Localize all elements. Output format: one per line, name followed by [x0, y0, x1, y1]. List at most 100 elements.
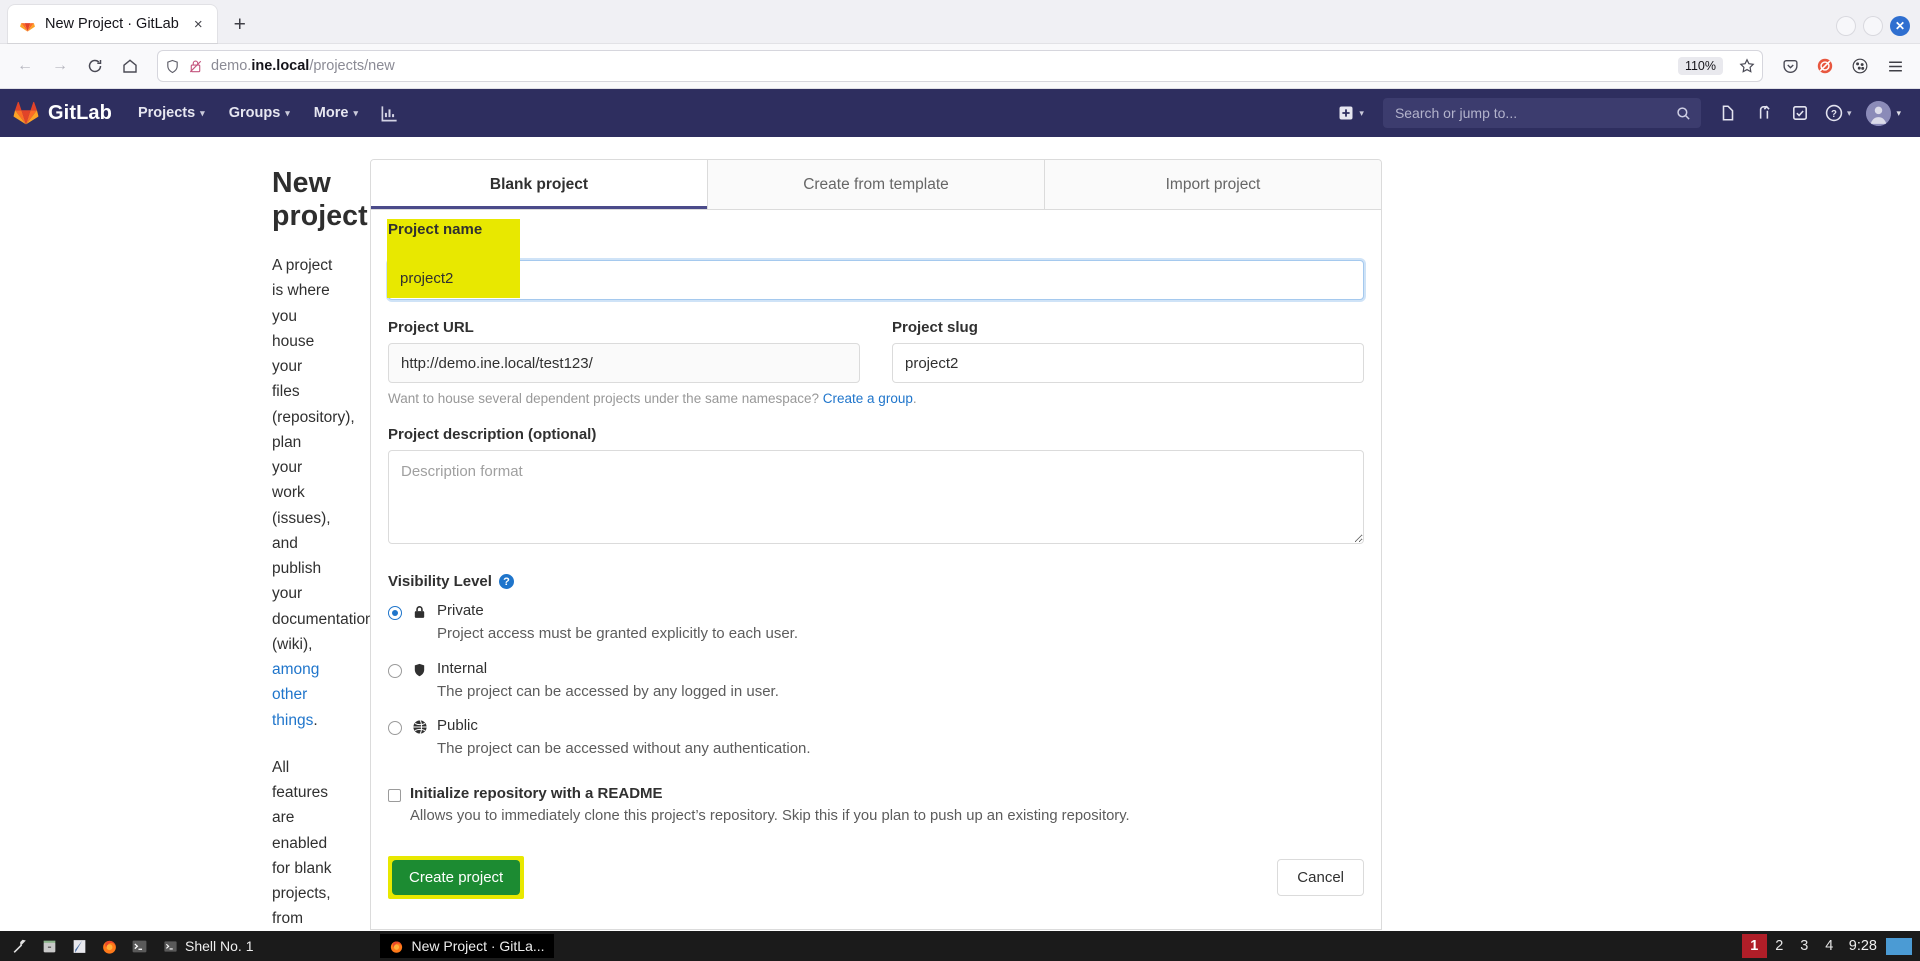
nav-more[interactable]: More ▾ [302, 96, 370, 130]
namespace-hint-text: Want to house several dependent projects… [388, 391, 823, 406]
home-icon[interactable] [114, 50, 146, 82]
namespace-hint: Want to house several dependent projects… [388, 391, 1364, 406]
permissions-blocked-icon[interactable] [188, 59, 203, 74]
bookmark-star-icon[interactable] [1739, 58, 1755, 74]
issues-icon[interactable] [1710, 96, 1746, 130]
taskbar-window-shell-label: Shell No. 1 [185, 938, 254, 954]
pocket-icon[interactable] [1774, 50, 1806, 82]
chevron-down-icon: ▾ [200, 107, 205, 118]
intro-column: New project A project is where you house… [0, 159, 374, 931]
address-bar[interactable]: demo.ine.local/projects/new 110% [157, 50, 1763, 82]
project-name-input[interactable] [388, 260, 1364, 300]
url-slug-row: Project URL Project slug [388, 319, 1364, 383]
gitlab-logo-icon [13, 101, 39, 125]
desktop-1-button[interactable]: 1 [1741, 934, 1767, 958]
browser-tab[interactable]: New Project · GitLab × [8, 5, 217, 43]
globe-icon [411, 719, 428, 735]
readme-checkbox[interactable] [388, 788, 401, 802]
merge-requests-icon[interactable] [1746, 96, 1782, 130]
create-a-group-link[interactable]: Create a group [823, 391, 913, 406]
project-url-group: Project URL [388, 319, 860, 383]
user-menu[interactable]: ▾ [1858, 100, 1907, 126]
radio-public[interactable] [388, 721, 402, 735]
chevron-down-icon: ▾ [1896, 107, 1901, 118]
cancel-button[interactable]: Cancel [1277, 858, 1364, 896]
readme-desc: Allows you to immediately clone this pro… [410, 807, 1130, 824]
shield-icon [411, 662, 428, 678]
project-slug-input[interactable] [892, 343, 1364, 383]
editor-icon[interactable] [64, 931, 94, 961]
visibility-option-private[interactable]: Private Project access must be granted e… [388, 602, 1364, 644]
window-close-button[interactable]: ✕ [1890, 16, 1910, 36]
extension-shield-icon[interactable] [1809, 50, 1841, 82]
show-desktop-button[interactable] [1886, 937, 1912, 955]
visibility-level-label: Visibility Level [388, 573, 492, 590]
blank-project-form: Project name Project name project2 Proje… [370, 210, 1382, 930]
chevron-down-icon: ▾ [1846, 107, 1852, 118]
zoom-level-badge[interactable]: 110% [1677, 57, 1723, 75]
nav-projects[interactable]: Projects ▾ [126, 96, 217, 130]
project-name-field-wrap: Project name project2 [387, 219, 1364, 300]
project-slug-group: Project slug [892, 319, 1364, 383]
desktop-2-button[interactable]: 2 [1767, 934, 1792, 958]
tab-create-from-template[interactable]: Create from template [708, 160, 1045, 209]
nav-groups-label: Groups [228, 105, 281, 121]
browser-window: New Project · GitLab × + ✕ ← → demo.ine.… [0, 0, 1920, 961]
archive-icon[interactable] [34, 931, 64, 961]
gitlab-wordmark: GitLab [48, 101, 112, 124]
project-url-input[interactable] [388, 343, 860, 383]
new-tab-button[interactable]: + [224, 8, 256, 40]
readme-title: Initialize repository with a README [410, 784, 663, 802]
global-search[interactable] [1382, 98, 1701, 128]
initialize-readme-row[interactable]: Initialize repository with a README Allo… [388, 785, 1364, 824]
taskbar-right: 1 2 3 4 9:28 [1741, 934, 1916, 958]
chevron-down-icon: ▾ [353, 107, 358, 118]
project-name-label: Project name [388, 236, 483, 253]
taskbar-window-shell[interactable]: Shell No. 1 [154, 934, 262, 958]
intro-p1-suffix: . [313, 711, 318, 729]
help-icon[interactable]: ? [498, 574, 514, 589]
project-slug-label: Project slug [892, 319, 978, 336]
browser-navbar: ← → demo.ine.local/projects/new 110% [0, 44, 1920, 89]
terminal-icon[interactable] [124, 931, 154, 961]
search-input[interactable] [1392, 104, 1676, 122]
page-content: New project A project is where you house… [0, 137, 1920, 931]
reload-icon[interactable] [79, 50, 111, 82]
desktop-3-button[interactable]: 3 [1792, 934, 1817, 958]
create-project-highlight: Create project [388, 855, 525, 899]
create-project-button[interactable]: Create project [392, 859, 521, 895]
project-description-textarea[interactable] [388, 450, 1364, 544]
visibility-option-internal[interactable]: Internal The project can be accessed by … [388, 660, 1364, 702]
gitlab-favicon-icon [19, 16, 36, 33]
gitlab-logo[interactable]: GitLab [13, 100, 112, 126]
desktop-4-button[interactable]: 4 [1817, 934, 1842, 958]
help-button[interactable]: ? ▾ [1818, 104, 1859, 122]
visibility-internal-title: Internal [437, 659, 488, 677]
gitlab-main-menu: Projects ▾ Groups ▾ More ▾ [126, 96, 370, 130]
radio-internal[interactable] [388, 663, 402, 678]
maximize-button[interactable] [1863, 16, 1883, 36]
plus-square-icon [1339, 106, 1353, 120]
shield-icon[interactable] [165, 59, 180, 74]
nav-groups[interactable]: Groups ▾ [217, 96, 302, 130]
cookie-icon[interactable] [1844, 50, 1876, 82]
chevron-down-icon: ▾ [1359, 107, 1364, 118]
radio-private[interactable] [388, 606, 402, 620]
tab-blank-project[interactable]: Blank project [371, 160, 708, 209]
firefox-icon[interactable] [94, 931, 124, 961]
forward-icon[interactable]: → [44, 50, 76, 82]
nav-analytics-button[interactable] [370, 104, 409, 123]
new-project-form-column: Blank project Create from template Impor… [370, 159, 1382, 931]
namespace-hint-suffix: . [912, 391, 917, 406]
hamburger-menu-icon[interactable] [1879, 50, 1911, 82]
taskbar-window-firefox[interactable]: New Project · GitLa... [380, 934, 554, 958]
back-icon[interactable]: ← [9, 50, 41, 82]
new-dropdown-button[interactable]: ▾ [1328, 96, 1374, 130]
close-icon[interactable]: × [188, 14, 209, 35]
tools-icon[interactable] [4, 931, 34, 961]
todos-icon[interactable] [1782, 96, 1818, 130]
visibility-option-public[interactable]: Public The project can be accessed witho… [388, 717, 1364, 759]
minimize-button[interactable] [1836, 16, 1856, 36]
intro-paragraph-1: A project is where you house your files … [272, 253, 374, 733]
tab-import-project[interactable]: Import project [1045, 160, 1381, 209]
